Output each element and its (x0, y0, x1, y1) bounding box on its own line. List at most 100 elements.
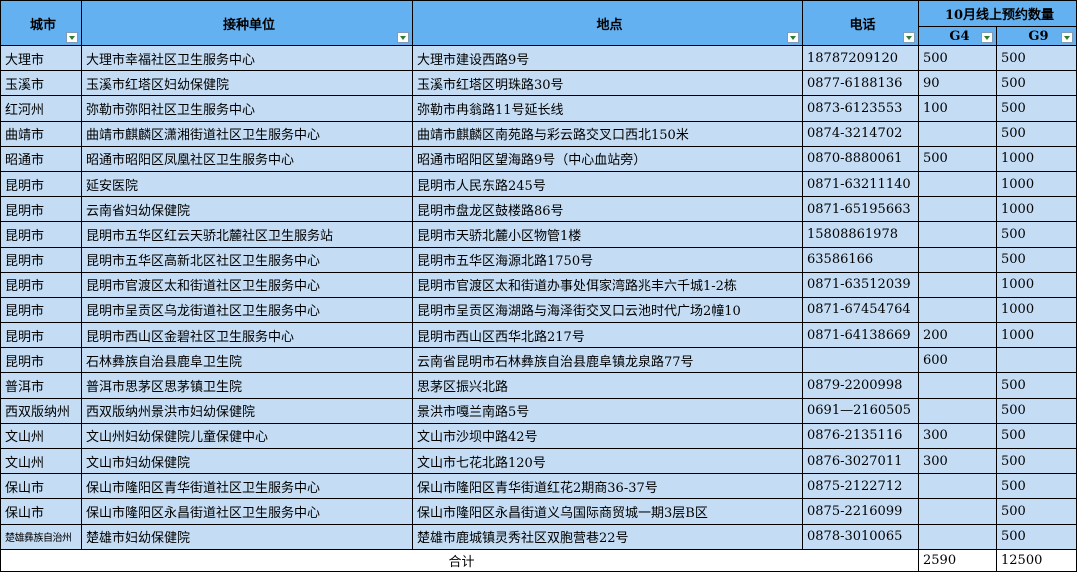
cell-g9[interactable]: 1000 (996, 296, 1077, 324)
cell-g4[interactable] (918, 120, 997, 147)
cell-address[interactable]: 玉溪市红塔区明珠路30号 (412, 70, 803, 97)
cell-g4[interactable] (918, 196, 997, 223)
cell-phone[interactable]: 0871-67454764 (802, 296, 919, 324)
cell-address[interactable]: 大理市建设西路9号 (412, 44, 803, 72)
cell-g9[interactable]: 500 (996, 221, 1077, 248)
cell-unit[interactable]: 楚雄市妇幼保健院 (81, 523, 413, 550)
cell-city[interactable]: 昆明市 (0, 271, 82, 298)
cell-phone[interactable]: 0871-63211140 (802, 170, 919, 198)
cell-g4[interactable] (918, 397, 997, 424)
cell-city[interactable]: 楚雄彝族自治州 (0, 523, 82, 550)
cell-g9[interactable]: 500 (996, 120, 1077, 147)
cell-phone[interactable]: 0871-64138669 (802, 322, 919, 349)
cell-g4[interactable] (918, 170, 997, 198)
cell-phone[interactable]: 0878-3010065 (802, 523, 919, 550)
cell-g9[interactable]: 500 (996, 372, 1077, 399)
cell-g9[interactable]: 500 (996, 95, 1077, 122)
cell-city[interactable]: 保山市 (0, 473, 82, 500)
cell-g4[interactable]: 600 (918, 347, 997, 374)
cell-unit[interactable]: 弥勒市弥阳社区卫生服务中心 (81, 95, 413, 122)
cell-address[interactable]: 昆明市五华区海源北路1750号 (412, 246, 803, 273)
cell-unit[interactable]: 昆明市官渡区太和街道社区卫生服务中心 (81, 271, 413, 298)
cell-unit[interactable]: 昭通市昭阳区凤凰社区卫生服务中心 (81, 145, 413, 172)
cell-address[interactable]: 云南省昆明市石林彝族自治县鹿阜镇龙泉路77号 (412, 347, 803, 374)
cell-city[interactable]: 昆明市 (0, 322, 82, 349)
cell-g9[interactable]: 500 (996, 246, 1077, 273)
cell-city[interactable]: 大理市 (0, 44, 82, 72)
cell-g9[interactable]: 500 (996, 44, 1077, 72)
cell-city[interactable]: 昆明市 (0, 347, 82, 374)
cell-phone[interactable]: 0879-2200998 (802, 372, 919, 399)
cell-unit[interactable]: 云南省妇幼保健院 (81, 196, 413, 223)
cell-address[interactable]: 文山市七花北路120号 (412, 447, 803, 475)
cell-address[interactable]: 昆明市呈贡区海湖路与海泽街交叉口云池时代广场2幢10 (412, 296, 803, 324)
cell-phone[interactable]: 0875-2216099 (802, 498, 919, 525)
cell-address[interactable]: 昆明市人民东路245号 (412, 170, 803, 198)
cell-g4[interactable] (918, 498, 997, 525)
cell-g4[interactable]: 500 (918, 44, 997, 72)
cell-g4[interactable] (918, 473, 997, 500)
cell-address[interactable]: 保山市隆阳区青华街道红花2期商36-37号 (412, 473, 803, 500)
cell-unit[interactable]: 普洱市思茅区思茅镇卫生院 (81, 372, 413, 399)
cell-address[interactable]: 昆明市天骄北麓小区物管1楼 (412, 221, 803, 248)
cell-city[interactable]: 昆明市 (0, 296, 82, 324)
cell-g9[interactable]: 500 (996, 473, 1077, 500)
cell-g9[interactable]: 500 (996, 523, 1077, 550)
cell-phone[interactable]: 0873-6123553 (802, 95, 919, 122)
cell-address[interactable]: 景洪市嘎兰南路5号 (412, 397, 803, 424)
cell-city[interactable]: 昆明市 (0, 196, 82, 223)
cell-unit[interactable]: 保山市隆阳区永昌街道社区卫生服务中心 (81, 498, 413, 525)
cell-unit[interactable]: 昆明市五华区红云天骄北麓社区卫生服务站 (81, 221, 413, 248)
cell-g9[interactable]: 500 (996, 397, 1077, 424)
cell-address[interactable]: 曲靖市麒麟区南苑路与彩云路交叉口西北150米 (412, 120, 803, 147)
cell-phone[interactable] (802, 347, 919, 374)
cell-city[interactable]: 昆明市 (0, 246, 82, 273)
cell-unit[interactable]: 延安医院 (81, 170, 413, 198)
cell-phone[interactable]: 63586166 (802, 246, 919, 273)
cell-unit[interactable]: 石林彝族自治县鹿阜卫生院 (81, 347, 413, 374)
cell-phone[interactable]: 0691—2160505 (802, 397, 919, 424)
cell-city[interactable]: 保山市 (0, 498, 82, 525)
cell-city[interactable]: 昆明市 (0, 170, 82, 198)
cell-address[interactable]: 保山市隆阳区永昌街道义乌国际商贸城一期3层B区 (412, 498, 803, 525)
cell-unit[interactable]: 文山市妇幼保健院 (81, 447, 413, 475)
cell-g9[interactable]: 500 (996, 447, 1077, 475)
filter-dropdown-icon[interactable] (397, 32, 409, 43)
cell-g4[interactable]: 100 (918, 95, 997, 122)
cell-g9[interactable]: 1000 (996, 196, 1077, 223)
filter-dropdown-icon[interactable] (66, 32, 78, 43)
cell-city[interactable]: 玉溪市 (0, 70, 82, 97)
cell-unit[interactable]: 昆明市西山区金碧社区卫生服务中心 (81, 322, 413, 349)
cell-unit[interactable]: 曲靖市麒麟区潇湘街道社区卫生服务中心 (81, 120, 413, 147)
cell-phone[interactable]: 0876-2135116 (802, 422, 919, 450)
cell-g4[interactable] (918, 246, 997, 273)
cell-city[interactable]: 红河州 (0, 95, 82, 122)
cell-city[interactable]: 曲靖市 (0, 120, 82, 147)
cell-address[interactable]: 弥勒市冉翁路11号延长线 (412, 95, 803, 122)
cell-address[interactable]: 文山市沙坝中路42号 (412, 422, 803, 450)
cell-phone[interactable]: 18787209120 (802, 44, 919, 72)
cell-g4[interactable]: 200 (918, 322, 997, 349)
cell-address[interactable]: 昭通市昭阳区望海路9号（中心血站旁） (412, 145, 803, 172)
cell-g4[interactable]: 90 (918, 70, 997, 97)
cell-phone[interactable]: 0876-3027011 (802, 447, 919, 475)
cell-city[interactable]: 昆明市 (0, 221, 82, 248)
cell-phone[interactable]: 0870-8880061 (802, 145, 919, 172)
filter-dropdown-icon[interactable] (981, 32, 993, 43)
cell-g4[interactable]: 300 (918, 447, 997, 475)
cell-city[interactable]: 普洱市 (0, 372, 82, 399)
cell-address[interactable]: 楚雄市鹿城镇灵秀社区双胞营巷22号 (412, 523, 803, 550)
cell-unit[interactable]: 保山市隆阳区青华街道社区卫生服务中心 (81, 473, 413, 500)
filter-dropdown-icon[interactable] (903, 32, 915, 43)
cell-g9[interactable]: 500 (996, 70, 1077, 97)
cell-g4[interactable] (918, 221, 997, 248)
cell-phone[interactable]: 0877-6188136 (802, 70, 919, 97)
cell-g9[interactable]: 500 (996, 422, 1077, 450)
cell-g9[interactable]: 1000 (996, 170, 1077, 198)
cell-city[interactable]: 西双版纳州 (0, 397, 82, 424)
cell-g4[interactable] (918, 523, 997, 550)
cell-g9[interactable]: 1000 (996, 322, 1077, 349)
cell-unit[interactable]: 文山州妇幼保健院儿童保健中心 (81, 422, 413, 450)
cell-unit[interactable]: 玉溪市红塔区妇幼保健院 (81, 70, 413, 97)
cell-g9[interactable] (996, 347, 1077, 374)
